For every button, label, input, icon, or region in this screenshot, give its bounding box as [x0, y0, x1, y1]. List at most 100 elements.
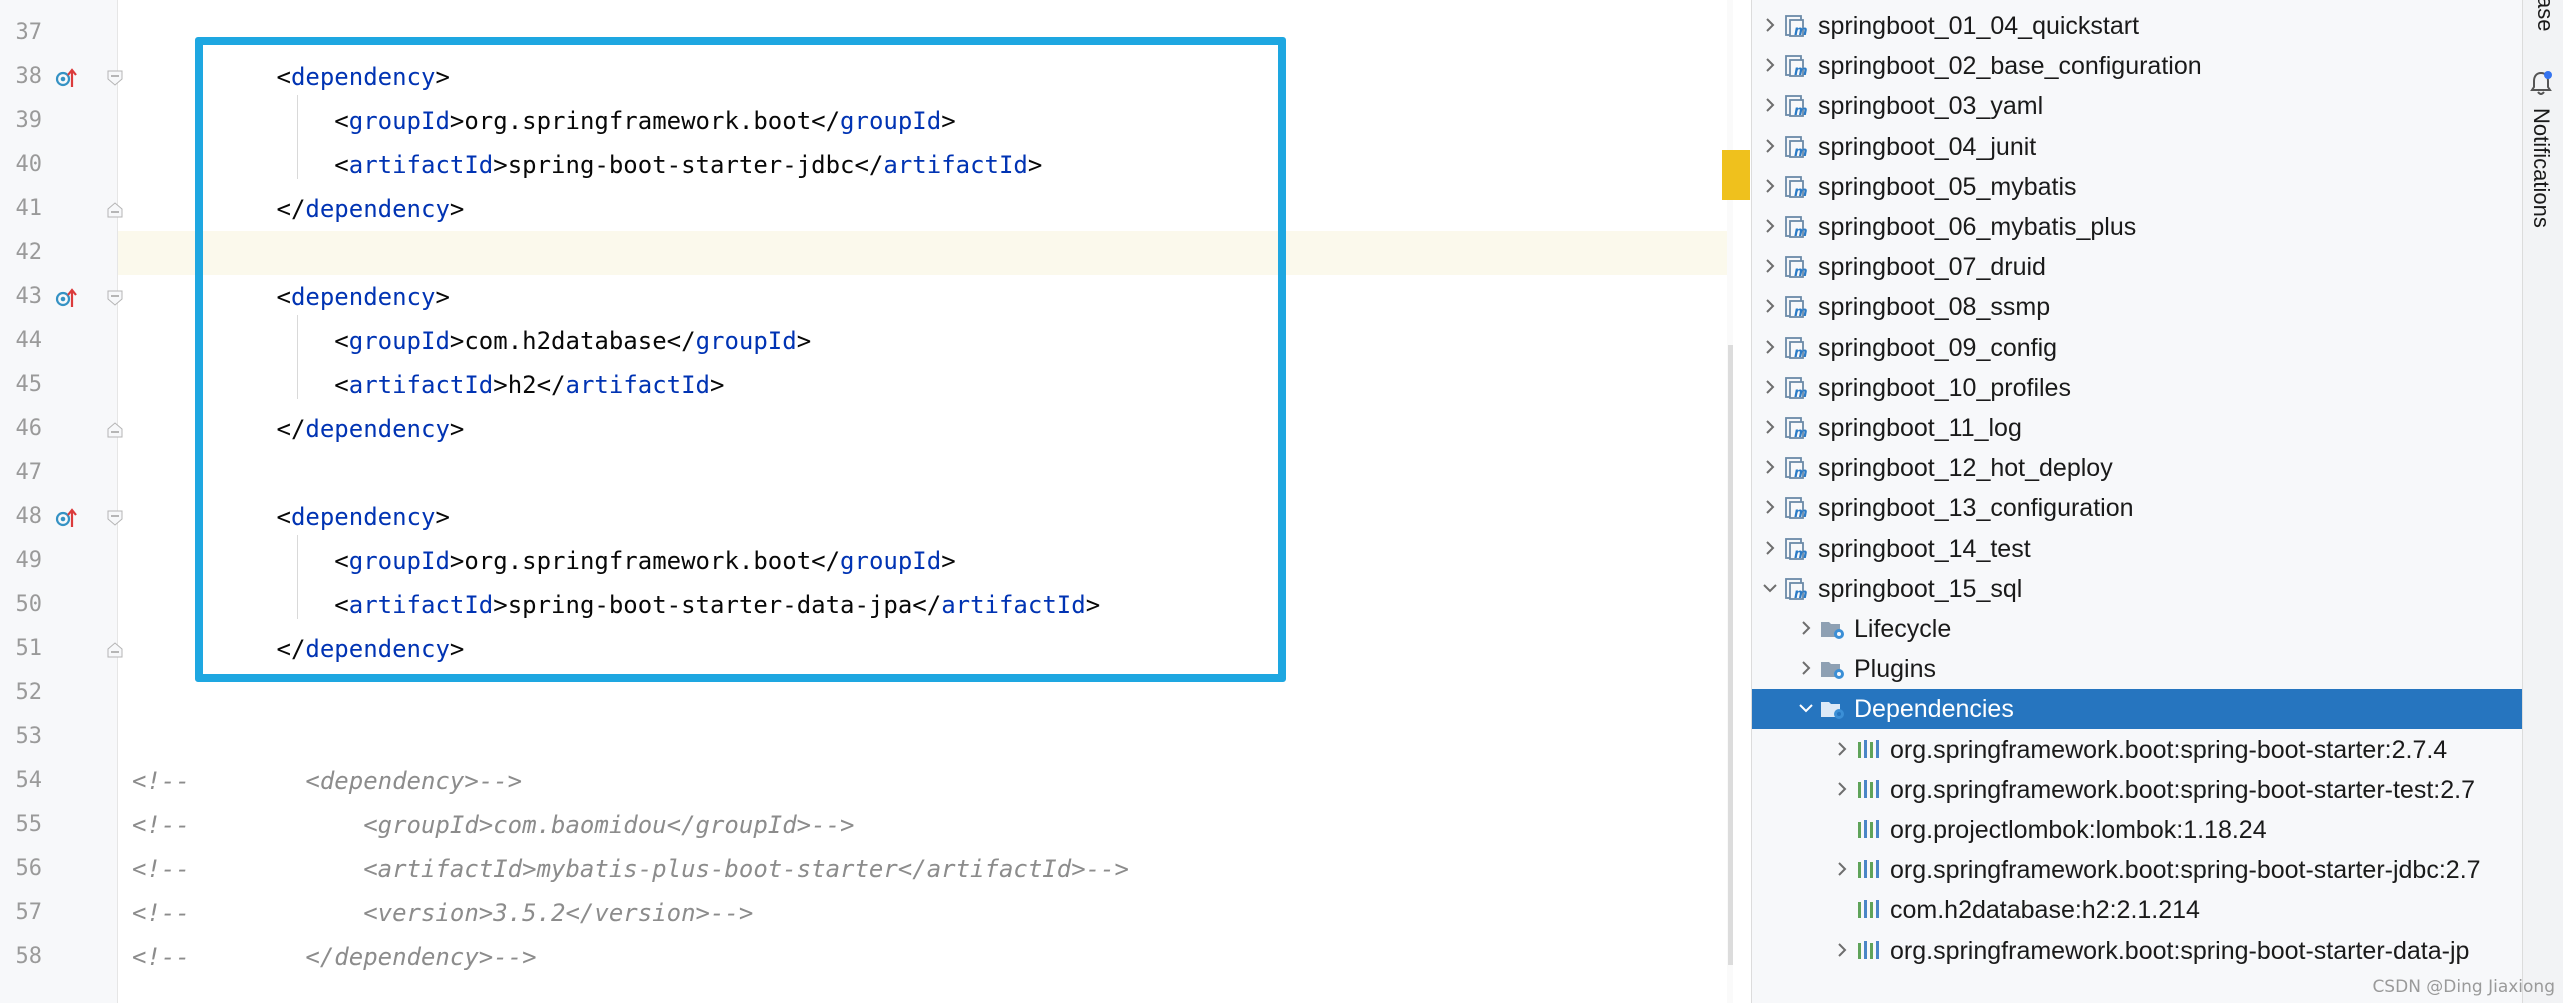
- chevron-right-icon[interactable]: [1760, 176, 1780, 196]
- tree-item[interactable]: m springboot_05_mybatis: [1752, 167, 2522, 207]
- line-number: 51: [15, 636, 43, 661]
- tree-item[interactable]: org.springframework.boot:spring-boot-sta…: [1752, 770, 2522, 810]
- line-number: 49: [15, 548, 43, 573]
- tree-item[interactable]: m springboot_14_test: [1752, 529, 2522, 569]
- tree-item[interactable]: m springboot_07_druid: [1752, 247, 2522, 287]
- chevron-right-icon[interactable]: [1760, 136, 1780, 156]
- chevron-right-icon[interactable]: [1796, 658, 1816, 678]
- tree-item[interactable]: m springboot_06_mybatis_plus: [1752, 207, 2522, 247]
- tree-item[interactable]: com.h2database:h2:2.1.214: [1752, 890, 2522, 930]
- tree-item-label: org.springframework.boot:spring-boot-sta…: [1890, 735, 2448, 764]
- chevron-right-icon[interactable]: [1796, 618, 1816, 638]
- gutter-row: 40: [0, 143, 117, 187]
- tree-item[interactable]: m springboot_11_log: [1752, 408, 2522, 448]
- line-number: 46: [15, 416, 43, 441]
- tree-item-label: springboot_08_ssmp: [1818, 293, 2051, 322]
- tree-item[interactable]: Plugins: [1752, 649, 2522, 689]
- maven-module-icon: m: [1785, 457, 1808, 480]
- svg-text:m: m: [1794, 587, 1808, 601]
- tree-item-label: springboot_13_configuration: [1818, 494, 2134, 523]
- plugins-folder-icon: [1821, 662, 1844, 680]
- gutter-row: 56: [0, 847, 117, 891]
- chevron-down-icon[interactable]: [1760, 578, 1780, 598]
- code-line[interactable]: [118, 715, 1733, 759]
- chevron-right-icon[interactable]: [1760, 55, 1780, 75]
- chevron-right-icon[interactable]: [1760, 95, 1780, 115]
- chevron-right-icon[interactable]: [1760, 15, 1780, 35]
- annotation-highlight-box: [195, 37, 1286, 682]
- tree-item-label: org.springframework.boot:spring-boot-sta…: [1890, 856, 2481, 885]
- chevron-right-icon[interactable]: [1760, 538, 1780, 558]
- chevron-right-icon[interactable]: [1760, 337, 1780, 357]
- gutter-row: 54: [0, 759, 117, 803]
- tree-item[interactable]: m springboot_09_config: [1752, 328, 2522, 368]
- code-line[interactable]: <!-- <artifactId>mybatis-plus-boot-start…: [118, 847, 1733, 891]
- tree-item[interactable]: m springboot_01_04_quickstart: [1752, 6, 2522, 46]
- svg-text:m: m: [1794, 225, 1808, 239]
- code-line[interactable]: <!-- </dependency>-->: [118, 935, 1733, 979]
- tree-item-label: org.projectlombok:lombok:1.18.24: [1890, 816, 2267, 844]
- tree-item[interactable]: org.projectlombok:lombok:1.18.24: [1752, 810, 2522, 850]
- chevron-right-icon[interactable]: [1760, 256, 1780, 276]
- maven-tool-window[interactable]: m springboot_01_04_quickstart m springboot_…: [1751, 0, 2522, 1003]
- chevron-right-icon[interactable]: [1760, 497, 1780, 517]
- gutter-row: 43: [0, 275, 123, 319]
- tree-item[interactable]: org.springframework.boot:spring-boot-sta…: [1752, 931, 2522, 971]
- chevron-right-icon[interactable]: [1760, 377, 1780, 397]
- code-editor[interactable]: 37 38 39 40 41 42 43 44 45 46 47 48 49 50 51 52 53 54 55 56…: [0, 0, 1733, 1003]
- line-number: 50: [15, 592, 43, 617]
- code-line[interactable]: <!-- <version>3.5.2</version>-->: [118, 891, 1733, 935]
- database-tab-fragment[interactable]: ase: [2528, 0, 2558, 31]
- tree-item[interactable]: org.springframework.boot:spring-boot-sta…: [1752, 730, 2522, 770]
- notifications-tab[interactable]: Notifications: [2528, 108, 2554, 228]
- chevron-right-icon[interactable]: [1760, 296, 1780, 316]
- tree-item-label: springboot_15_sql: [1818, 574, 2023, 603]
- chevron-down-icon[interactable]: [1796, 698, 1816, 718]
- chevron-right-icon[interactable]: [1832, 859, 1852, 879]
- line-number: 43: [15, 284, 43, 309]
- maven-module-icon: m: [1785, 336, 1808, 360]
- tree-item[interactable]: m springboot_15_sql: [1752, 569, 2522, 609]
- tree-item[interactable]: m springboot_10_profiles: [1752, 368, 2522, 408]
- line-number: 41: [15, 196, 43, 221]
- editor-scroll-thumb[interactable]: [1728, 345, 1733, 965]
- tree-item-label: org.springframework.boot:spring-boot-sta…: [1890, 936, 2470, 965]
- tree-item[interactable]: Lifecycle: [1752, 609, 2522, 649]
- dependency-override-marker-icon[interactable]: [55, 67, 77, 89]
- code-line[interactable]: <!-- <dependency>-->: [118, 759, 1733, 803]
- tree-item[interactable]: m springboot_03_yaml: [1752, 86, 2522, 126]
- chevron-right-icon[interactable]: [1760, 216, 1780, 236]
- gutter-row: 41: [0, 187, 123, 231]
- chevron-right-icon[interactable]: [1832, 739, 1852, 759]
- maven-module-icon: m: [1785, 55, 1808, 78]
- tree-item[interactable]: Dependencies: [1752, 689, 2522, 730]
- dependency-override-marker-icon[interactable]: [55, 287, 77, 309]
- tree-item-label: springboot_09_config: [1818, 333, 2058, 362]
- dependency-override-marker-icon[interactable]: [55, 507, 77, 529]
- code-line[interactable]: <!-- <groupId>com.baomidou</groupId>-->: [118, 803, 1733, 847]
- tree-item-label: Dependencies: [1854, 695, 2014, 724]
- tree-item[interactable]: org.springframework.boot:spring-boot-sta…: [1752, 850, 2522, 890]
- chevron-right-icon[interactable]: [1760, 417, 1780, 437]
- chevron-right-icon[interactable]: [1832, 779, 1852, 799]
- svg-text:m: m: [1794, 547, 1808, 561]
- tree-item[interactable]: m springboot_02_base_configuration: [1752, 46, 2522, 86]
- gutter-row: 57: [0, 891, 117, 935]
- watermark: CSDN @Ding Jiaxiong: [2372, 977, 2555, 997]
- line-number: 37: [15, 20, 43, 45]
- notifications-bell-icon[interactable]: [2529, 70, 2553, 98]
- tree-item[interactable]: m springboot_13_configuration: [1752, 488, 2522, 528]
- chevron-right-icon[interactable]: [1832, 940, 1852, 960]
- tree-item[interactable]: m springboot_04_junit: [1752, 127, 2522, 167]
- chevron-right-icon[interactable]: [1760, 457, 1780, 477]
- maven-module-icon: m: [1785, 15, 1808, 38]
- maven-module-icon: m: [1785, 135, 1808, 159]
- gutter-row: 45: [0, 363, 117, 407]
- warning-stripe-marker[interactable]: [1722, 150, 1750, 200]
- library-icon: [1858, 739, 1879, 758]
- tree-item[interactable]: m springboot_12_hot_deploy: [1752, 448, 2522, 488]
- tree-item[interactable]: m springboot_08_ssmp: [1752, 287, 2522, 327]
- code-line-text: <!-- <groupId>com.baomidou</groupId>-->: [132, 811, 855, 839]
- line-number: 57: [15, 900, 43, 925]
- svg-text:m: m: [1794, 265, 1808, 279]
